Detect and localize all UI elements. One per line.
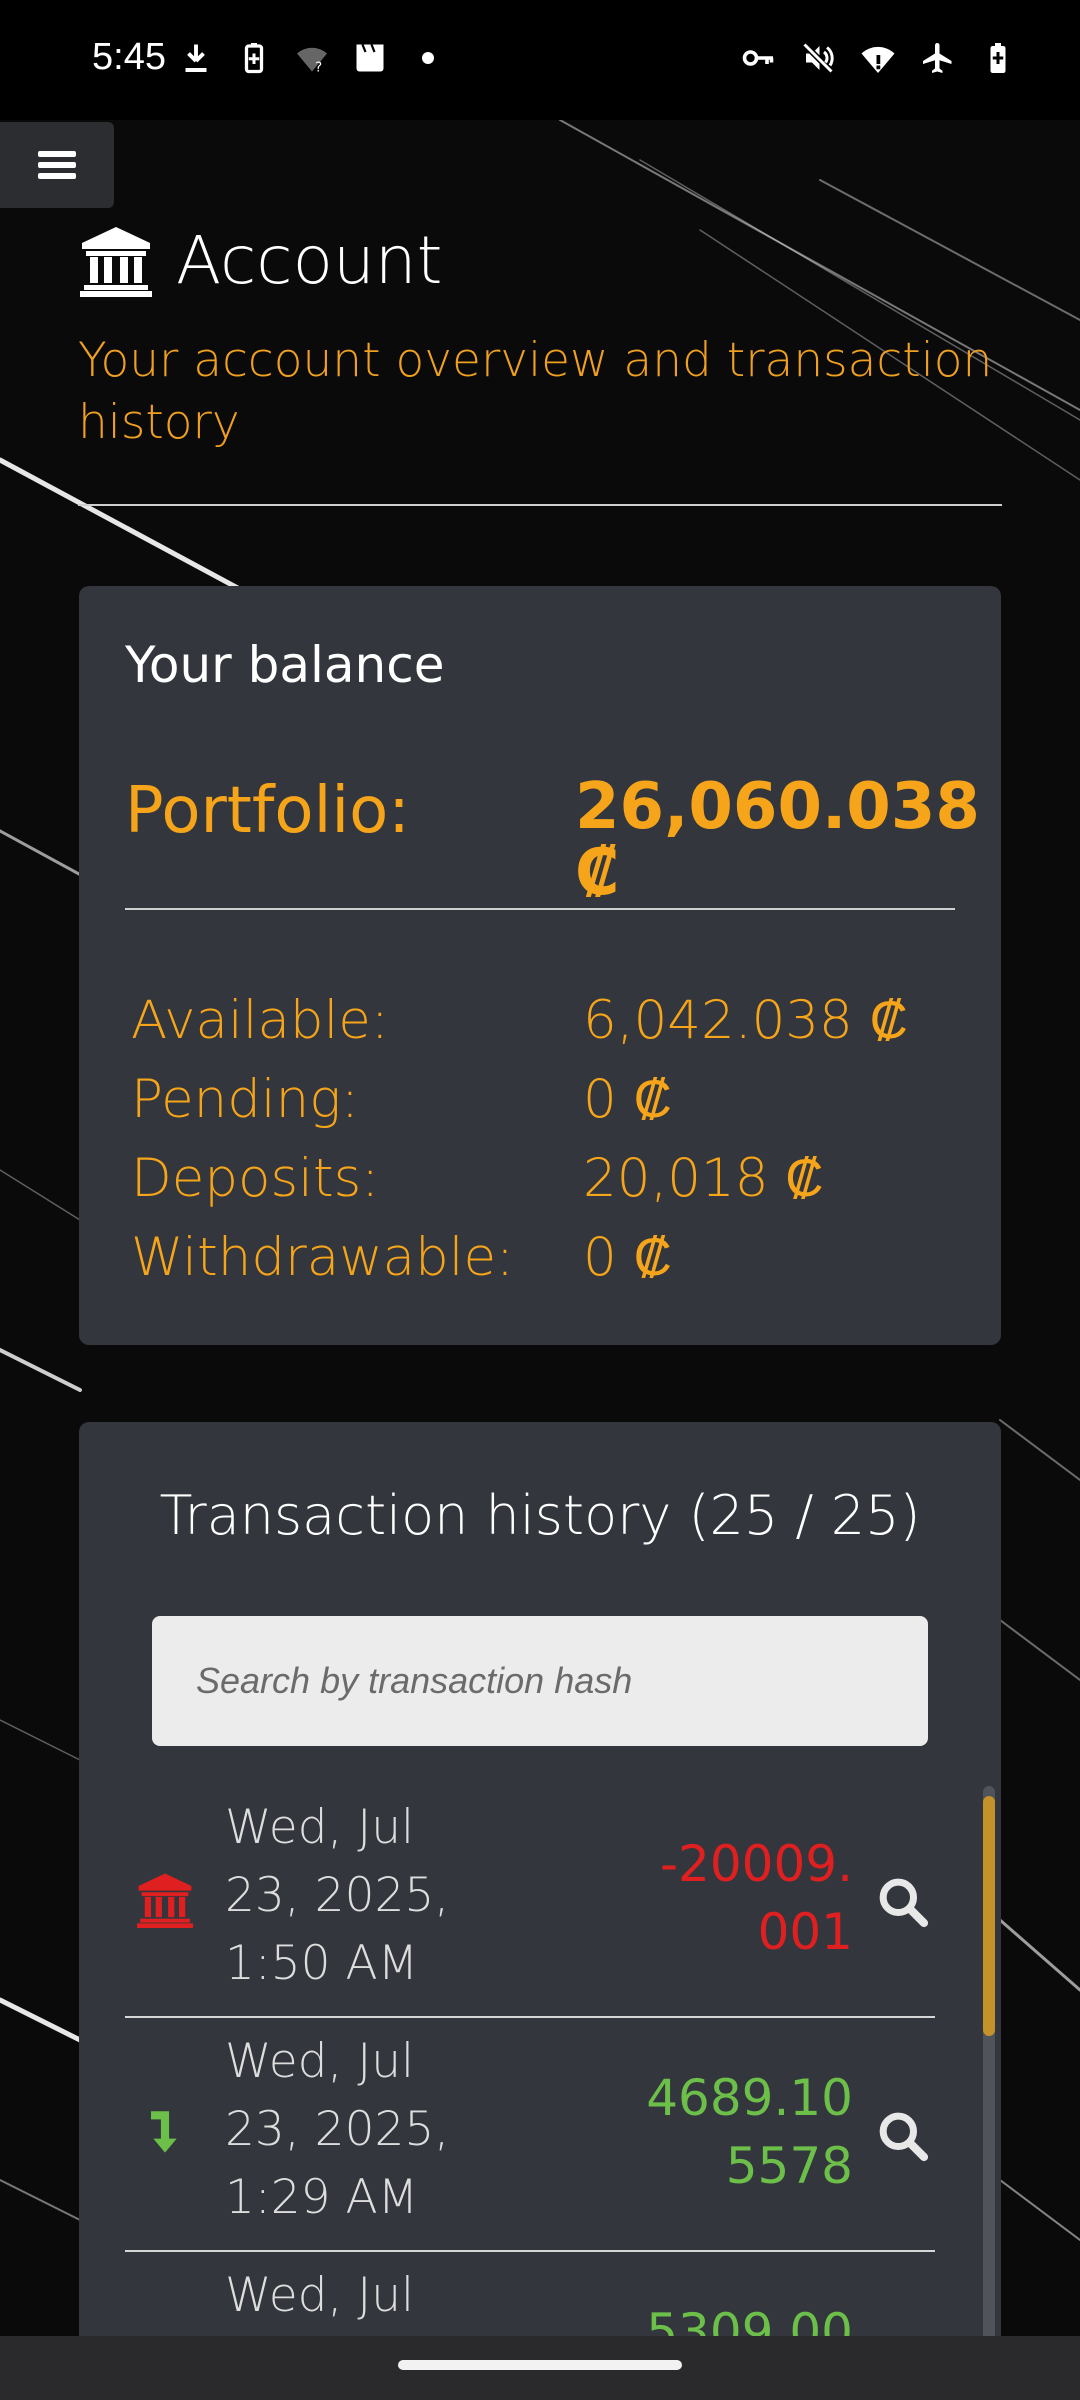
balance-value: 0 ₡ (583, 1069, 672, 1130)
battery-icon (990, 43, 1006, 73)
home-gesture-handle[interactable] (398, 2360, 682, 2370)
search-icon[interactable] (875, 2108, 931, 2164)
scrollbar[interactable] (983, 1786, 995, 2362)
dot-icon (422, 52, 434, 64)
airplane-icon (923, 43, 952, 73)
balance-label: Available: (131, 990, 389, 1051)
balance-row-deposits: Deposits: 20,018 ₡ (131, 1148, 951, 1226)
transaction-row[interactable]: Wed, Jul 23, 2025, 1:50 AM -20009.001 (125, 1784, 935, 2018)
bank-icon (137, 1873, 193, 1928)
balance-value: 20,018 ₡ (583, 1148, 824, 1209)
transaction-date: Wed, Jul 23, 2025, 1:29 AM (225, 2034, 450, 2225)
navigation-bar (0, 2336, 1080, 2400)
balance-label: Pending: (131, 1069, 359, 1130)
balance-label: Withdrawable: (131, 1227, 514, 1288)
battery-saver-icon (244, 43, 264, 74)
wifi-question-icon: ? (297, 47, 327, 76)
portfolio-label: Portfolio: (125, 774, 410, 848)
balance-row-available: Available: 6,042.038 ₡ (131, 990, 951, 1068)
search-input[interactable]: Search by transaction hash (152, 1616, 928, 1746)
transaction-amount: -20009.001 (660, 1835, 853, 1961)
portfolio-value: 26,060.038 ₡ (575, 770, 980, 910)
balance-heading: Your balance (125, 636, 445, 694)
wifi-icon (861, 46, 895, 73)
arrow-down-icon (151, 2111, 177, 2153)
vpn-key-icon (742, 50, 774, 66)
transaction-row[interactable]: Wed, Jul 23, 2025, 1:29 AM 4689.105578 (125, 2018, 935, 2252)
transaction-list[interactable]: Wed, Jul 23, 2025, 1:50 AM -20009.001 We… (125, 1784, 935, 2362)
status-bar: 5:45 ? (0, 0, 1080, 120)
balance-card: Your balance Portfolio: 26,060.038 ₡ Ava… (79, 586, 1001, 1345)
divider (78, 504, 1002, 506)
status-time: 5:45 (92, 36, 166, 78)
balance-value: 6,042.038 ₡ (583, 990, 908, 1051)
page-title: Account (78, 222, 442, 299)
balance-value: 0 ₡ (583, 1227, 672, 1288)
hamburger-icon (38, 146, 76, 184)
transaction-history-card: Transaction history (25 / 25) Search by … (79, 1422, 1001, 2362)
balance-row-withdrawable: Withdrawable: 0 ₡ (131, 1227, 951, 1305)
download-icon (185, 44, 207, 72)
transaction-amount: 4689.105578 (646, 2069, 853, 2195)
scrollbar-thumb[interactable] (983, 1796, 995, 2036)
app-icon (356, 44, 384, 72)
balance-row-pending: Pending: 0 ₡ (131, 1069, 951, 1147)
menu-button[interactable] (0, 122, 114, 208)
transaction-date: Wed, Jul (225, 2268, 415, 2323)
mute-icon (802, 42, 834, 74)
divider (125, 908, 955, 910)
search-icon[interactable] (875, 1874, 931, 1930)
bank-icon (80, 226, 152, 297)
transaction-date: Wed, Jul 23, 2025, 1:50 AM (225, 1800, 450, 1991)
transaction-history-title: Transaction history (25 / 25) (159, 1484, 921, 1547)
balance-label: Deposits: (131, 1148, 380, 1209)
svg-text:?: ? (315, 60, 322, 76)
page-subtitle: Your account overview and transaction hi… (78, 333, 993, 450)
page-title-text: Account (176, 222, 443, 299)
